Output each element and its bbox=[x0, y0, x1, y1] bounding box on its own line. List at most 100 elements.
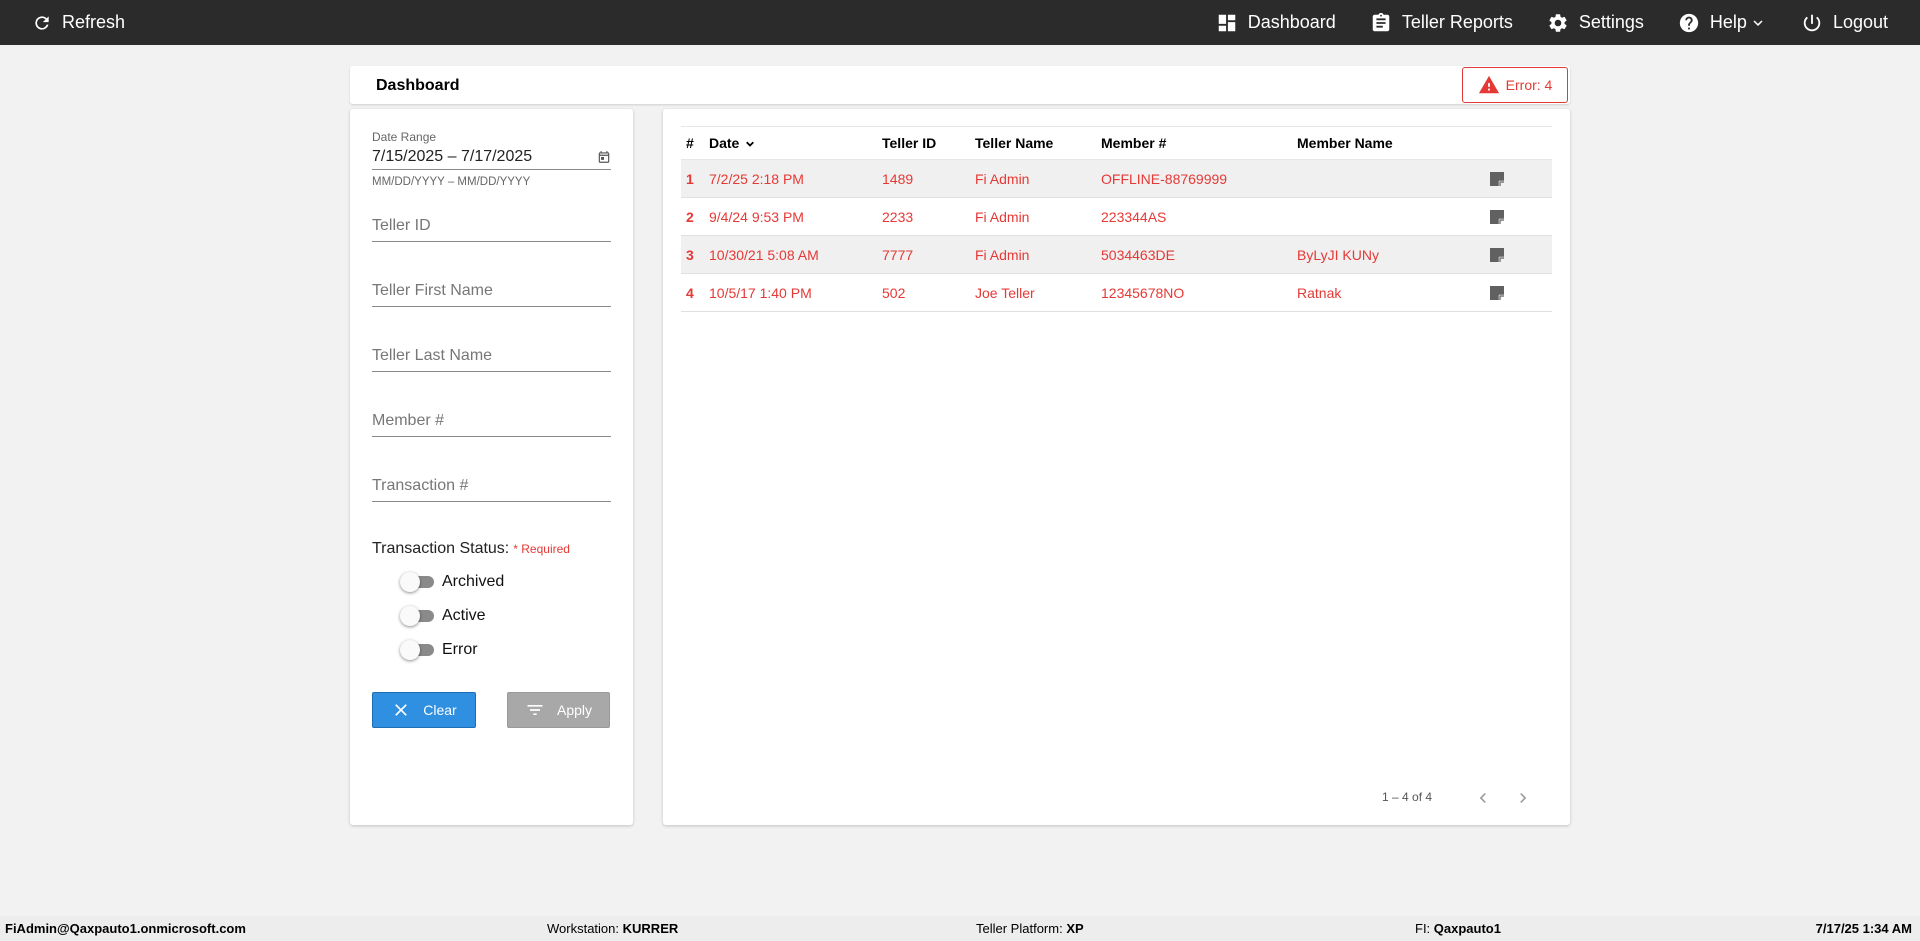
nav-logout-label: Logout bbox=[1832, 12, 1888, 32]
nav-settings-label: Settings bbox=[1578, 12, 1644, 32]
cell-date: 7/2/25 2:18 PM bbox=[709, 159, 882, 198]
table-row[interactable]: 4 10/5/17 1:40 PM 502 Joe Teller 1234567… bbox=[681, 273, 1552, 312]
sort-desc-icon bbox=[746, 141, 755, 147]
chevron-right-icon bbox=[1520, 793, 1527, 803]
status-fi-label: FI: bbox=[1415, 921, 1431, 936]
refresh-icon bbox=[35, 15, 49, 30]
cell-date: 10/30/21 5:08 AM bbox=[709, 235, 882, 274]
status-datetime: 7/17/25 1:34 AM bbox=[1816, 921, 1912, 936]
nav-dashboard-label: Dashboard bbox=[1247, 12, 1336, 32]
chevron-left-icon bbox=[1479, 793, 1486, 803]
col-header-num: # bbox=[681, 126, 709, 160]
filter-panel: Date Range 7/15/2025 – 7/17/2025 MM/DD/Y… bbox=[350, 109, 633, 825]
note-icon[interactable] bbox=[1489, 171, 1505, 187]
nav-teller-reports-label: Teller Reports bbox=[1401, 12, 1513, 32]
col-header-date-label: Date bbox=[709, 134, 740, 151]
table-row[interactable]: 1 7/2/25 2:18 PM 1489 Fi Admin OFFLINE-8… bbox=[681, 159, 1552, 198]
toggle-archived[interactable]: Archived bbox=[400, 572, 504, 592]
cell-teller-name: Joe Teller bbox=[975, 273, 1101, 312]
toggle-switch[interactable] bbox=[400, 572, 434, 592]
transaction-status-label: Transaction Status: * Required bbox=[372, 540, 570, 558]
status-bar: FiAdmin@Qaxpauto1.onmicrosoft.com Workst… bbox=[0, 916, 1920, 941]
table-row[interactable]: 3 10/30/21 5:08 AM 7777 Fi Admin 5034463… bbox=[681, 235, 1552, 274]
toggle-switch[interactable] bbox=[400, 640, 434, 660]
filter-icon bbox=[527, 705, 543, 715]
member-number-placeholder: Member # bbox=[372, 412, 445, 429]
col-header-teller-name[interactable]: Teller Name bbox=[975, 126, 1101, 160]
col-header-date[interactable]: Date bbox=[709, 126, 882, 160]
pagination-range-label: 1 – 4 of 4 bbox=[1382, 790, 1433, 804]
note-icon[interactable] bbox=[1489, 285, 1505, 301]
previous-page-button[interactable] bbox=[1473, 788, 1493, 808]
toggle-switch[interactable] bbox=[400, 606, 434, 626]
date-range-input[interactable]: 7/15/2025 – 7/17/2025 bbox=[372, 148, 611, 170]
top-navigation-bar: Refresh Dashboard Teller Reports Setting… bbox=[0, 0, 1920, 45]
toggle-error[interactable]: Error bbox=[400, 640, 478, 660]
status-fi-value: Qaxpauto1 bbox=[1433, 921, 1501, 936]
error-count-button[interactable]: Error: 4 bbox=[1462, 67, 1568, 103]
cell-teller-id: 1489 bbox=[882, 159, 975, 198]
status-user: FiAdmin@Qaxpauto1.onmicrosoft.com bbox=[5, 921, 246, 936]
col-header-member-num[interactable]: Member # bbox=[1101, 126, 1297, 160]
cell-num: 2 bbox=[681, 197, 709, 236]
cell-teller-name: Fi Admin bbox=[975, 197, 1101, 236]
page-title: Dashboard bbox=[376, 77, 460, 94]
teller-id-input[interactable]: Teller ID bbox=[372, 212, 611, 242]
member-number-input[interactable]: Member # bbox=[372, 407, 611, 437]
date-range-field[interactable]: Date Range 7/15/2025 – 7/17/2025 MM/DD/Y… bbox=[372, 130, 611, 188]
power-icon bbox=[1803, 14, 1821, 31]
nav-logout[interactable]: Logout bbox=[1801, 12, 1888, 34]
toggle-archived-label: Archived bbox=[442, 573, 505, 590]
cell-member-num: OFFLINE-88769999 bbox=[1101, 159, 1297, 198]
cell-member-name bbox=[1297, 197, 1486, 236]
status-workstation-value: KURRER bbox=[622, 921, 679, 936]
refresh-label: Refresh bbox=[62, 12, 126, 32]
apply-button[interactable]: Apply bbox=[507, 692, 610, 728]
date-range-value: 7/15/2025 – 7/17/2025 bbox=[372, 147, 533, 165]
teller-first-name-input[interactable]: Teller First Name bbox=[372, 277, 611, 307]
gear-icon bbox=[1549, 13, 1567, 32]
nav-teller-reports[interactable]: Teller Reports bbox=[1370, 12, 1513, 34]
teller-last-name-input[interactable]: Teller Last Name bbox=[372, 342, 611, 372]
teller-first-name-placeholder: Teller First Name bbox=[372, 282, 493, 299]
transactions-panel: # Date Teller ID Teller Name Member # Me… bbox=[663, 109, 1570, 825]
nav-help[interactable]: Help bbox=[1678, 12, 1767, 34]
paginator: 1 – 4 of 4 bbox=[663, 788, 1570, 808]
dashboard-icon bbox=[1218, 14, 1235, 31]
col-header-teller-id[interactable]: Teller ID bbox=[882, 126, 975, 160]
nav-settings[interactable]: Settings bbox=[1547, 12, 1644, 34]
col-header-member-name[interactable]: Member Name bbox=[1297, 126, 1486, 160]
nav-dashboard[interactable]: Dashboard bbox=[1216, 12, 1336, 34]
cell-teller-name: Fi Admin bbox=[975, 235, 1101, 274]
status-workstation: Workstation: KURRER bbox=[547, 921, 678, 936]
cell-date: 10/5/17 1:40 PM bbox=[709, 273, 882, 312]
status-user-value: FiAdmin@Qaxpauto1.onmicrosoft.com bbox=[5, 921, 246, 936]
cell-date: 9/4/24 9:53 PM bbox=[709, 197, 882, 236]
page-header-card: Dashboard Error: 4 bbox=[350, 66, 1570, 104]
toggle-error-label: Error bbox=[442, 641, 478, 658]
calendar-icon[interactable] bbox=[597, 150, 611, 164]
toggle-active[interactable]: Active bbox=[400, 606, 486, 626]
status-datetime-value: 7/17/25 1:34 AM bbox=[1815, 921, 1912, 936]
table-row[interactable]: 2 9/4/24 9:53 PM 2233 Fi Admin 223344AS bbox=[681, 197, 1552, 236]
help-circle-icon bbox=[1679, 13, 1699, 32]
warning-icon bbox=[1478, 75, 1499, 94]
next-page-button[interactable] bbox=[1513, 788, 1533, 808]
clear-button[interactable]: Clear bbox=[372, 692, 476, 728]
cell-teller-id: 7777 bbox=[882, 235, 975, 274]
cell-actions bbox=[1486, 159, 1552, 198]
toggle-active-label: Active bbox=[442, 607, 486, 624]
cell-actions bbox=[1486, 273, 1552, 312]
transaction-number-input[interactable]: Transaction # bbox=[372, 472, 611, 502]
refresh-button[interactable]: Refresh bbox=[32, 12, 125, 33]
cell-member-num: 5034463DE bbox=[1101, 235, 1297, 274]
status-platform-value: XP bbox=[1066, 921, 1084, 936]
status-platform: Teller Platform: XP bbox=[976, 921, 1084, 936]
cell-teller-id: 502 bbox=[882, 273, 975, 312]
col-header-actions bbox=[1486, 126, 1552, 160]
note-icon[interactable] bbox=[1489, 209, 1505, 225]
clear-button-label: Clear bbox=[423, 702, 457, 718]
note-icon[interactable] bbox=[1489, 247, 1505, 263]
transaction-status-text: Transaction Status: bbox=[372, 540, 510, 557]
apply-button-label: Apply bbox=[556, 702, 593, 718]
